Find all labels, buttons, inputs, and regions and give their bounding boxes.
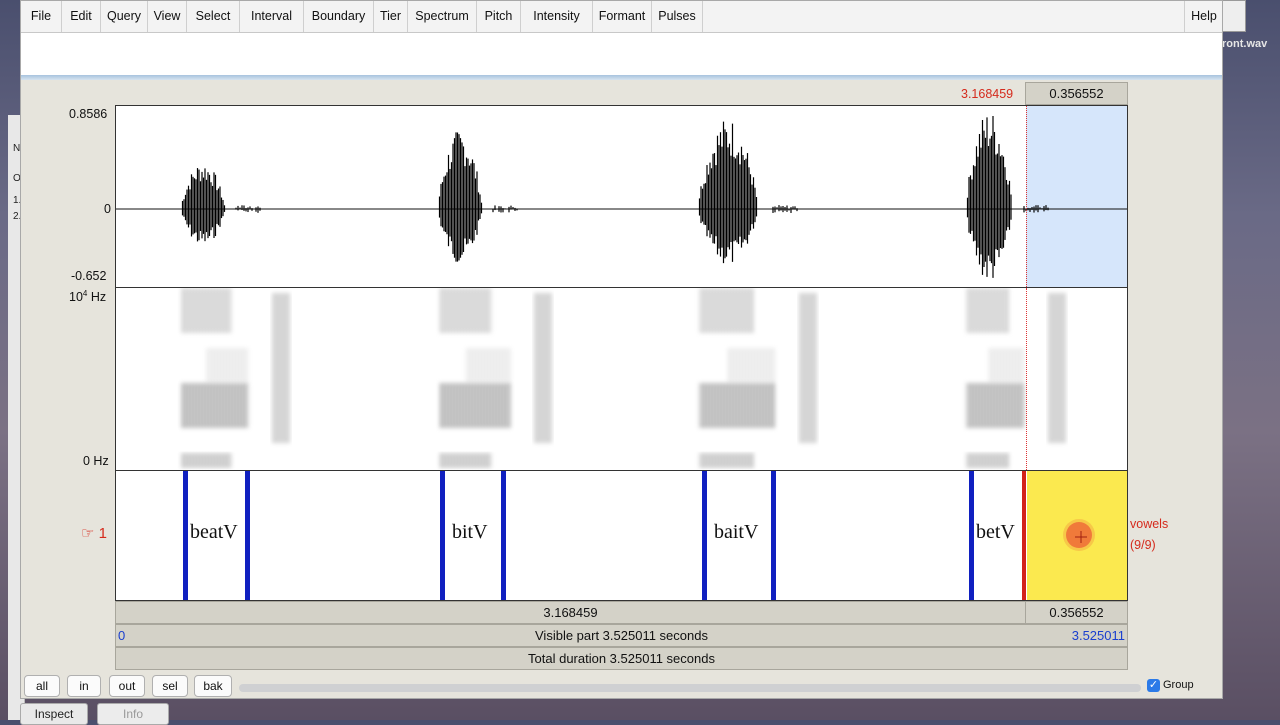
tier-pointer-label[interactable]: ☞ 1 xyxy=(81,524,107,542)
group-label: Group xyxy=(1163,679,1194,691)
interval-label[interactable]: bitV xyxy=(452,521,488,544)
menu-file[interactable]: File xyxy=(21,1,62,32)
zoom-all-button[interactable]: all xyxy=(24,675,60,697)
tier-name: vowels xyxy=(1130,517,1169,531)
interval-boundary[interactable] xyxy=(501,471,506,600)
zoom-back-button[interactable]: bak xyxy=(194,675,232,697)
interval-boundary[interactable] xyxy=(440,471,445,600)
menu-help[interactable]: Help xyxy=(1184,1,1223,32)
interval-label[interactable]: baitV xyxy=(714,521,758,544)
visible-start: 0 xyxy=(118,628,126,643)
interval-label[interactable]: beatV xyxy=(190,521,238,544)
waveform-zero-label: 0 xyxy=(104,202,111,216)
menu-view[interactable]: View xyxy=(148,1,187,32)
menu-pitch[interactable]: Pitch xyxy=(477,1,521,32)
menu-edit[interactable]: Edit xyxy=(62,1,101,32)
menu-formant[interactable]: Formant xyxy=(593,1,652,32)
interval-label[interactable]: betV xyxy=(976,521,1015,544)
spectrogram-panel[interactable] xyxy=(115,288,1128,471)
spectrogram-top-label: 104 Hz xyxy=(69,289,106,304)
interval-boundary[interactable] xyxy=(702,471,707,600)
interval-tier-panel[interactable]: beatV bitV baitV betV xyxy=(115,470,1128,601)
waveform-min-label: -0.652 xyxy=(71,269,107,283)
menu-spectrum[interactable]: Spectrum xyxy=(408,1,477,32)
menu-interval[interactable]: Interval xyxy=(240,1,304,32)
spectrogram-svg xyxy=(182,288,1066,468)
selected-boundary[interactable] xyxy=(1022,471,1026,600)
menu-pulses[interactable]: Pulses xyxy=(652,1,703,32)
cursor-time-readout: 3.168459 xyxy=(961,87,1014,101)
toolbar-divider xyxy=(21,75,1222,80)
zoom-in-button[interactable]: in xyxy=(67,675,101,697)
visible-part-label: Visible part 3.525011 seconds xyxy=(535,628,708,643)
zoom-selection-button[interactable]: sel xyxy=(152,675,188,697)
menu-bar: File Edit Query View Select Interval Bou… xyxy=(21,1,1222,33)
waveform-svg xyxy=(116,115,1127,278)
spectrogram-bottom-label: 0 Hz xyxy=(83,454,109,468)
pointing-hand-icon: ☞ xyxy=(81,525,95,542)
interval-boundary[interactable] xyxy=(245,471,250,600)
visible-end: 3.525011 xyxy=(1071,628,1125,643)
group-checkbox[interactable]: ✓ xyxy=(1147,679,1160,692)
menu-intensity[interactable]: Intensity xyxy=(521,1,593,32)
waveform-panel[interactable] xyxy=(115,105,1128,288)
cursor-line-spectrogram xyxy=(1026,288,1027,470)
visible-part-bar[interactable]: 0 Visible part 3.525011 seconds 3.525011 xyxy=(115,624,1128,647)
menu-boundary[interactable]: Boundary xyxy=(304,1,374,32)
spec-base: 10 xyxy=(69,290,83,305)
duration-bar-right[interactable]: 0.356552 xyxy=(1025,601,1128,624)
cursor-line-waveform xyxy=(1026,106,1027,287)
menu-tier[interactable]: Tier xyxy=(374,1,408,32)
selection-duration-top[interactable]: 0.356552 xyxy=(1025,82,1128,105)
duration-bar-left[interactable]: 3.168459 xyxy=(115,601,1026,624)
background-filename: ront.wav xyxy=(1222,38,1268,50)
background-window-corner xyxy=(1222,0,1246,32)
toolbar-area xyxy=(21,33,1222,75)
spec-unit: Hz xyxy=(90,290,107,305)
interval-boundary[interactable] xyxy=(969,471,974,600)
inspect-tab[interactable]: Inspect xyxy=(20,703,88,725)
tier-count: (9/9) xyxy=(1130,538,1156,552)
horizontal-scrollbar[interactable] xyxy=(239,684,1141,692)
interval-boundary[interactable] xyxy=(183,471,188,600)
waveform-max-label: 0.8586 xyxy=(69,107,108,121)
tier-number: 1 xyxy=(98,525,107,542)
textgrid-editor-window: File Edit Query View Select Interval Bou… xyxy=(20,0,1223,699)
spec-exp: 4 xyxy=(82,289,88,298)
interval-boundary[interactable] xyxy=(771,471,776,600)
total-duration-bar[interactable]: Total duration 3.525011 seconds xyxy=(115,647,1128,670)
menu-query[interactable]: Query xyxy=(101,1,148,32)
info-tab[interactable]: Info xyxy=(97,703,169,725)
crosshair-icon xyxy=(1075,531,1087,543)
menu-select[interactable]: Select xyxy=(187,1,240,32)
zoom-out-button[interactable]: out xyxy=(109,675,145,697)
